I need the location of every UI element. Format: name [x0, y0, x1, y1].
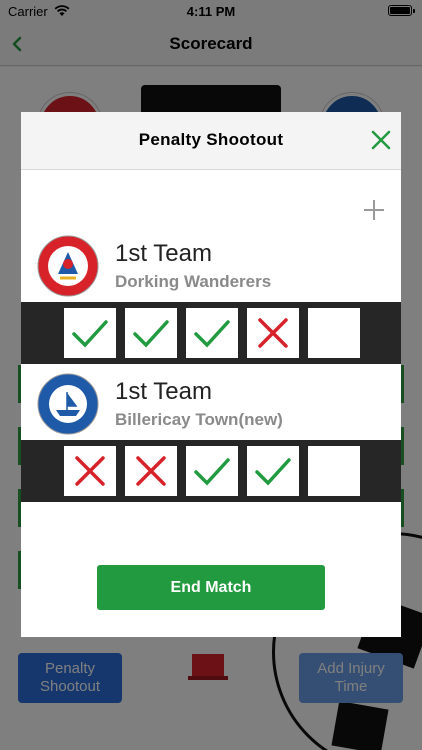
kick-scored-box[interactable] — [247, 446, 299, 496]
kick-empty-box[interactable] — [308, 446, 360, 496]
team-name: 1st Team — [115, 378, 212, 405]
close-icon[interactable] — [368, 127, 394, 153]
end-match-button[interactable]: End Match — [97, 565, 325, 610]
kick-scored-box[interactable] — [125, 308, 177, 358]
team-away: 1st Team Billericay Town(new) — [21, 372, 401, 436]
club-name: Dorking Wanderers — [115, 272, 272, 291]
checkmark-icon — [133, 320, 169, 348]
penalty-shootout-dialog: Penalty Shootout 1st Team Dorking Wander… — [21, 112, 401, 637]
add-icon[interactable] — [361, 197, 387, 223]
kick-strip-home — [21, 302, 401, 364]
dorking-wanderers-badge-icon — [37, 235, 99, 297]
club-name: Billericay Town(new) — [115, 410, 283, 429]
kick-empty-box[interactable] — [308, 308, 360, 358]
kick-missed-box[interactable] — [125, 446, 177, 496]
cross-icon — [258, 318, 288, 348]
kick-missed-box[interactable] — [247, 308, 299, 358]
kick-missed-box[interactable] — [64, 446, 116, 496]
cross-icon — [75, 456, 105, 486]
checkmark-icon — [255, 458, 291, 486]
team-name: 1st Team — [115, 240, 212, 267]
checkmark-icon — [194, 320, 230, 348]
checkmark-icon — [72, 320, 108, 348]
kick-scored-box[interactable] — [186, 446, 238, 496]
billericay-town-badge-icon — [37, 373, 99, 435]
kick-scored-box[interactable] — [186, 308, 238, 358]
team-home: 1st Team Dorking Wanderers — [21, 234, 401, 298]
kick-scored-box[interactable] — [64, 308, 116, 358]
dialog-header: Penalty Shootout — [21, 112, 401, 170]
kick-strip-away — [21, 440, 401, 502]
cross-icon — [136, 456, 166, 486]
dialog-title: Penalty Shootout — [138, 130, 284, 149]
checkmark-icon — [194, 458, 230, 486]
